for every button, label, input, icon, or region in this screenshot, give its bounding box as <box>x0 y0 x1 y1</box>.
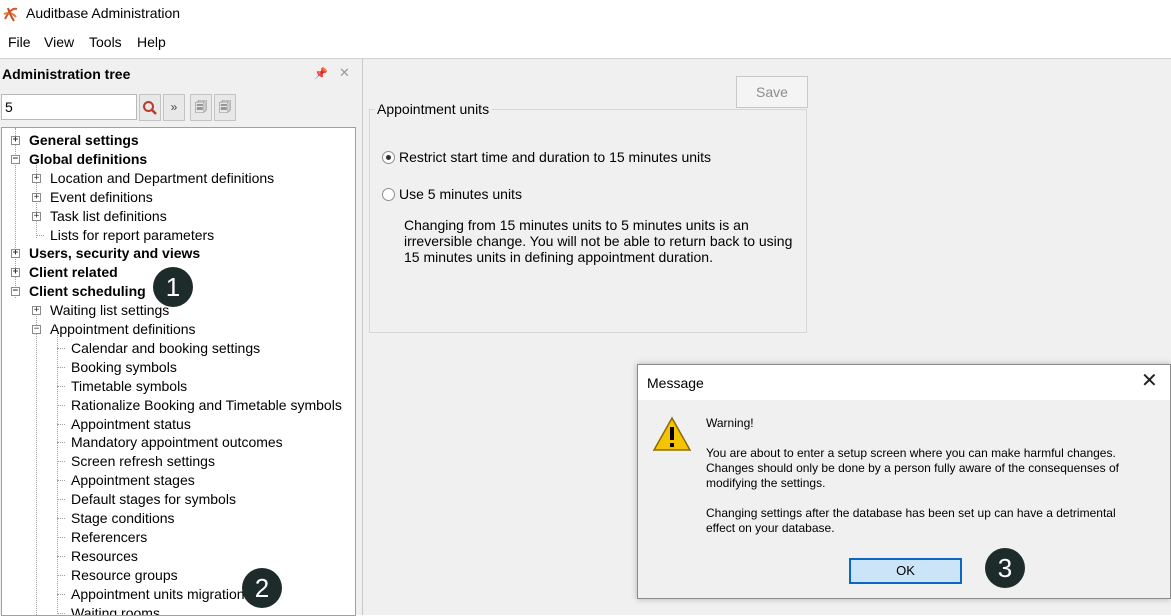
menu-help[interactable]: Help <box>137 34 166 50</box>
administration-tree[interactable]: +General settings−Global definitions+Loc… <box>1 127 356 616</box>
tree-connector <box>57 518 65 519</box>
dialog-title-bar: Message ✕ <box>638 365 1170 400</box>
warning-heading: Warning! <box>706 416 1156 431</box>
radio-15-minutes[interactable] <box>382 151 395 164</box>
tree-connector <box>57 442 65 443</box>
menu-file[interactable]: File <box>8 34 31 50</box>
menu-bar: File View Tools Help <box>0 28 1171 58</box>
search-button[interactable] <box>139 94 161 121</box>
tree-item-label: Appointment definitions <box>50 320 196 338</box>
step-callout-3: 3 <box>985 548 1025 588</box>
tree-item-label: Resource groups <box>71 566 178 584</box>
tree-item-label: Booking symbols <box>71 358 177 376</box>
tree-connector <box>36 309 37 616</box>
tree-connector <box>57 328 58 616</box>
warning-paragraph-1: You are about to enter a setup screen wh… <box>706 446 1156 491</box>
tree-item-label: Client related <box>29 263 118 281</box>
tree-item-label: Lists for report parameters <box>50 226 214 244</box>
tree-item-label: Waiting list settings <box>50 301 169 319</box>
collapse-icon[interactable]: − <box>32 325 41 334</box>
group-title: Appointment units <box>375 101 492 117</box>
tree-connector <box>57 613 65 614</box>
next-match-button[interactable]: » <box>163 94 185 121</box>
message-dialog: Message ✕ Warning! You are about to ente… <box>637 364 1171 599</box>
ok-button[interactable]: OK <box>849 558 962 584</box>
tree-item-label: Appointment status <box>71 415 191 433</box>
tree-connector <box>57 594 65 595</box>
collapse-icon[interactable]: − <box>11 287 20 296</box>
step-callout-2: 2 <box>242 568 282 608</box>
collapse-icon[interactable]: − <box>11 155 20 164</box>
tree-connector <box>57 386 65 387</box>
tree-item-label: Resources <box>71 547 138 565</box>
expand-icon[interactable]: + <box>11 136 20 145</box>
collapse-all-icon: 🗐 <box>219 100 231 114</box>
expand-icon[interactable]: + <box>32 212 41 221</box>
administration-tree-panel: Administration tree 📌 ✕ » 🗐 🗐 + General s… <box>0 58 362 615</box>
tree-item-label: Global definitions <box>29 150 147 168</box>
tree-item-label: Location and Department definitions <box>50 169 274 187</box>
tree-item-label: Client scheduling <box>29 282 146 300</box>
tree-connector <box>57 348 65 349</box>
tree-item-label: Timetable symbols <box>71 377 187 395</box>
expand-icon[interactable]: + <box>32 174 41 183</box>
tree-item-label: Appointment stages <box>71 471 195 489</box>
tree-connector <box>57 461 65 462</box>
expand-icon[interactable]: + <box>11 268 20 277</box>
tree-connector <box>57 405 65 406</box>
window-title: Auditbase Administration <box>26 5 180 21</box>
double-chevron-right-icon: » <box>171 100 178 114</box>
tree-item-label: Calendar and booking settings <box>71 339 260 357</box>
menu-tools[interactable]: Tools <box>89 34 122 50</box>
close-icon[interactable]: ✕ <box>339 65 350 81</box>
tree-item-label: Screen refresh settings <box>71 452 215 470</box>
tree-item-label: Rationalize Booking and Timetable symbol… <box>71 396 342 414</box>
tree-connector <box>36 235 44 236</box>
pin-icon[interactable]: 📌 <box>314 67 328 80</box>
search-icon <box>142 100 158 116</box>
dialog-title: Message <box>647 375 704 391</box>
radio-15-minutes-label[interactable]: Restrict start time and duration to 15 m… <box>399 149 711 165</box>
tree-item-label: Mandatory appointment outcomes <box>71 433 283 451</box>
panel-title: Administration tree <box>2 66 130 82</box>
radio-5-minutes-label[interactable]: Use 5 minutes units <box>399 186 522 202</box>
tree-connector <box>57 367 65 368</box>
tree-item-label: Task list definitions <box>50 207 167 225</box>
expand-all-icon: 🗐 <box>195 100 207 114</box>
warning-paragraph-2: Changing settings after the database has… <box>706 506 1146 536</box>
radio-5-minutes[interactable] <box>382 188 395 201</box>
tree-connector <box>57 575 65 576</box>
tree-connector <box>57 424 65 425</box>
tree-item-label: Stage conditions <box>71 509 175 527</box>
collapse-all-button[interactable]: 🗐 <box>214 94 236 121</box>
tree-connector <box>57 480 65 481</box>
expand-icon[interactable]: + <box>11 249 20 258</box>
tree-item-label: Users, security and views <box>29 244 200 262</box>
expand-icon[interactable]: + <box>32 306 41 315</box>
tree-connector <box>57 556 65 557</box>
menu-view[interactable]: View <box>44 34 74 50</box>
auditbase-logo-icon <box>2 5 20 23</box>
tree-item-label: Referencers <box>71 528 147 546</box>
tree-item-label: Event definitions <box>50 188 153 206</box>
tree-item-label: Appointment units migration <box>71 585 245 603</box>
close-icon[interactable]: ✕ <box>1141 371 1158 391</box>
search-input[interactable] <box>1 94 137 120</box>
tree-connector <box>57 499 65 500</box>
expand-all-button[interactable]: 🗐 <box>190 94 212 121</box>
tree-item-label: General settings <box>29 131 139 149</box>
irreversible-change-note: Changing from 15 minutes units to 5 minu… <box>404 217 808 265</box>
expand-icon[interactable]: + <box>32 193 41 202</box>
tree-item-label: Waiting rooms <box>71 604 160 616</box>
tree-item-label: Default stages for symbols <box>71 490 236 508</box>
step-callout-1: 1 <box>153 267 193 307</box>
warning-icon <box>652 416 692 452</box>
title-bar: Auditbase Administration <box>0 0 1171 28</box>
tree-connector <box>57 537 65 538</box>
save-button[interactable]: Save <box>736 76 808 108</box>
